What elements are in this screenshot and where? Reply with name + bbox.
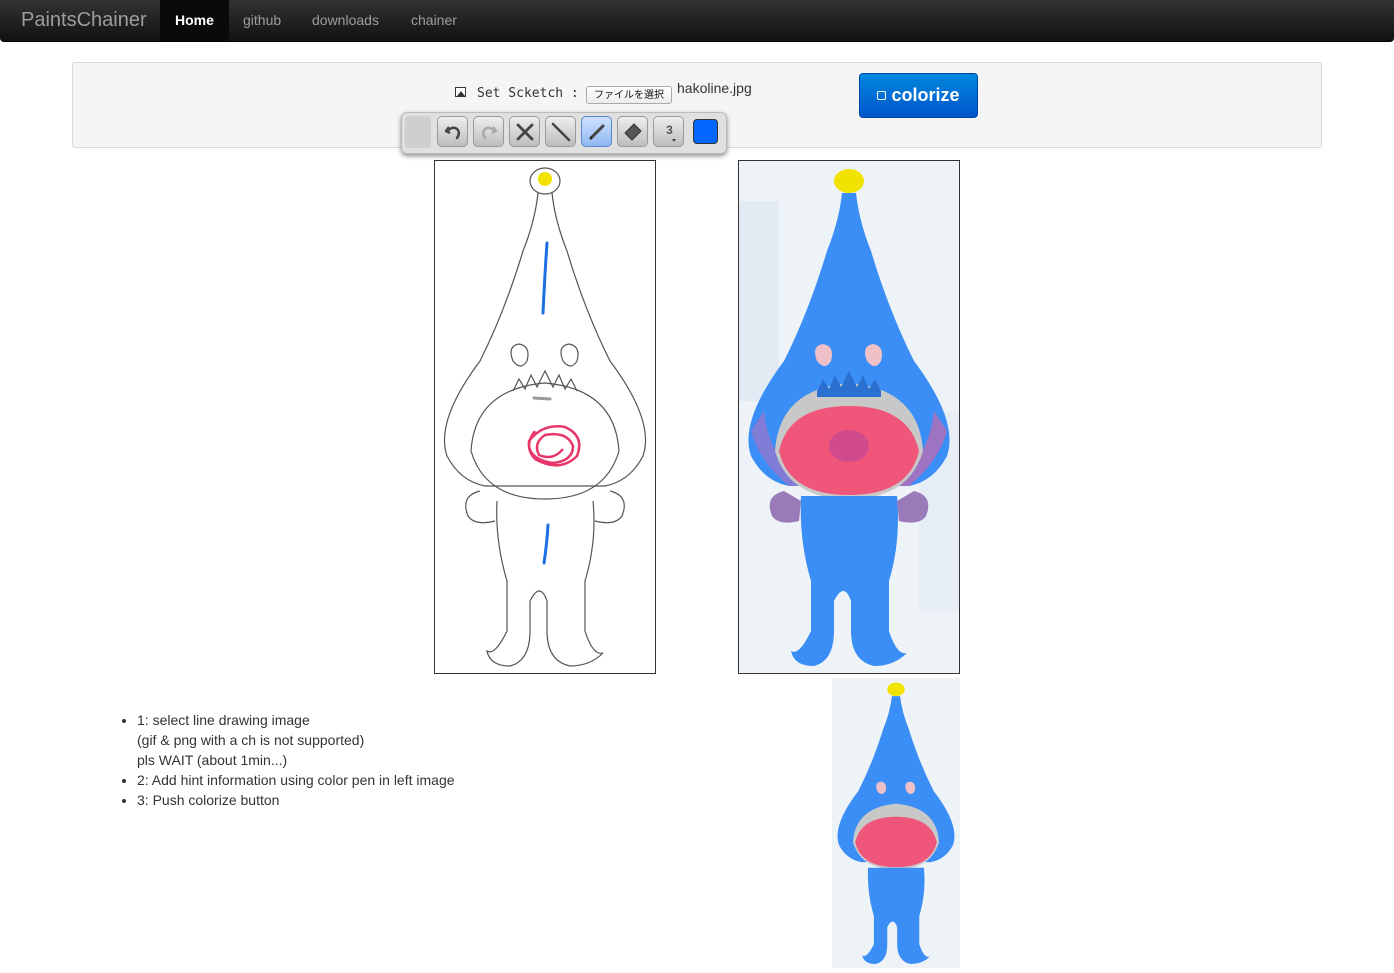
list-item: 1: select line drawing image (gif & png … <box>137 710 597 770</box>
toolbar-drag-handle[interactable] <box>405 116 431 148</box>
nav-github[interactable]: github <box>228 0 296 41</box>
list-item: 3: Push colorize button <box>137 790 597 810</box>
thumbnail-image <box>832 678 960 968</box>
line-drawing <box>443 167 647 667</box>
selected-file-name: hakoline.jpg <box>677 80 752 96</box>
colorized-result <box>738 160 960 674</box>
nav-home[interactable]: Home <box>160 0 229 41</box>
clear-icon <box>516 123 534 141</box>
sketch-label: Set Scketch : <box>477 86 579 101</box>
eraser-tool-button[interactable] <box>617 116 648 147</box>
eraser-icon <box>624 123 642 141</box>
redo-button[interactable] <box>473 116 504 147</box>
navbar: PaintsChainer Home github downloads chai… <box>0 0 1394 42</box>
pen-tool-button[interactable] <box>581 116 612 147</box>
instructions-list: 1: select line drawing image (gif & png … <box>120 710 597 810</box>
dropdown-caret-icon <box>672 139 676 142</box>
clear-button[interactable] <box>509 116 540 147</box>
pen-color-picker[interactable] <box>693 119 718 144</box>
colorized-image <box>739 161 959 673</box>
pen-icon <box>589 124 605 140</box>
nav-downloads[interactable]: downloads <box>297 0 394 41</box>
colorize-button[interactable]: colorize <box>859 73 978 118</box>
list-item: 2: Add hint information using color pen … <box>137 770 597 790</box>
sketch-canvas[interactable] <box>434 160 656 674</box>
undo-icon <box>444 126 461 140</box>
line-tool-button[interactable] <box>545 116 576 147</box>
line-icon <box>551 122 571 142</box>
redo-icon <box>481 126 498 140</box>
brush-size-value: 3 <box>666 123 673 137</box>
picture-icon <box>455 87 466 97</box>
brush-size-button[interactable]: 3 <box>653 116 684 147</box>
nav-chainer[interactable]: chainer <box>396 0 472 41</box>
undo-button[interactable] <box>437 116 468 147</box>
edit-icon <box>877 91 887 100</box>
result-thumbnail <box>832 678 960 968</box>
brand-logo[interactable]: PaintsChainer <box>21 9 147 32</box>
file-select-button[interactable]: ファイルを選択 <box>586 86 672 104</box>
colorize-label: colorize <box>891 85 960 105</box>
